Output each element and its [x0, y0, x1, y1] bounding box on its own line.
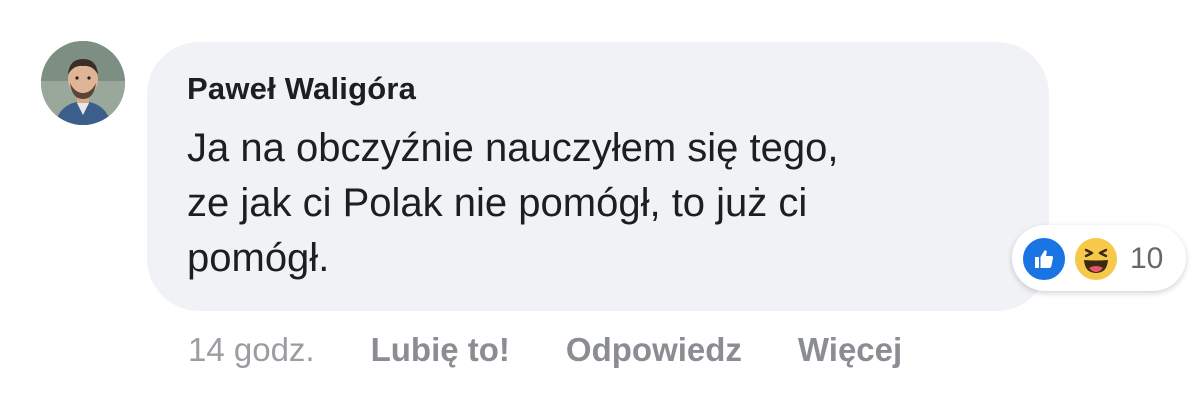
- reaction-count: 10: [1130, 242, 1164, 275]
- comment-author[interactable]: Paweł Waligóra: [187, 71, 1049, 107]
- like-icon: [1020, 235, 1068, 283]
- avatar[interactable]: [41, 41, 125, 125]
- comment-container: Paweł Waligóra Ja na obczyźnie nauczyłem…: [0, 0, 1200, 409]
- like-button[interactable]: Lubię to!: [371, 330, 510, 370]
- comment-text-line: Ja na obczyźnie nauczyłem się tego,: [187, 126, 839, 170]
- comment-actions: 14 godz. Lubię to! Odpowiedz Więcej: [188, 330, 958, 370]
- comment-text-line: ze jak ci Polak nie pomógł, to już ci: [187, 181, 808, 225]
- comment-text-line: pomógł.: [187, 236, 330, 280]
- profile-photo-icon: [41, 41, 125, 125]
- comment-timestamp[interactable]: 14 godz.: [188, 330, 315, 370]
- comment-bubble: Paweł Waligóra Ja na obczyźnie nauczyłem…: [147, 42, 1049, 311]
- comment-text: Ja na obczyźnie nauczyłem się tego, ze j…: [187, 121, 987, 286]
- reactions-summary[interactable]: 10: [1012, 225, 1186, 291]
- more-button[interactable]: Więcej: [798, 330, 902, 370]
- reply-button[interactable]: Odpowiedz: [566, 330, 742, 370]
- haha-icon: [1072, 235, 1120, 283]
